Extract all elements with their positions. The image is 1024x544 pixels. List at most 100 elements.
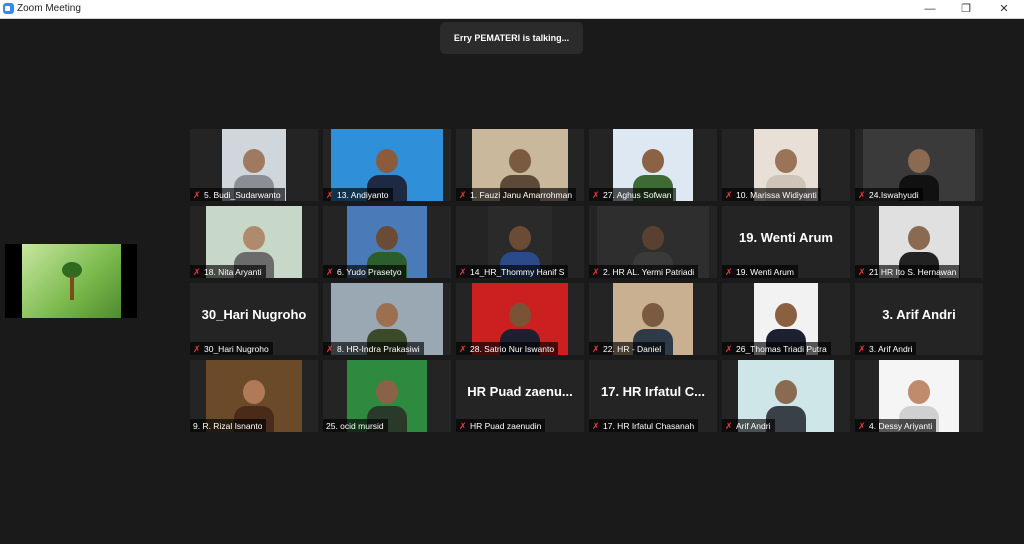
participant-label: ✗ 14_HR_Thommy Hanif S (456, 265, 569, 278)
participant-name: 10. Marissa Widiyanti (736, 189, 817, 200)
participant-label: ✗ 1. Fauzi Janu Amarrohman (456, 188, 577, 201)
participant-name: 5. Budi_Sudarwanto (204, 189, 281, 200)
participant-label: ✗ Arif Andri (722, 419, 775, 432)
mic-muted-icon: ✗ (725, 343, 733, 354)
participant-tile[interactable]: 3. Arif Andri ✗ 3. Arif Andri (855, 283, 983, 355)
participant-name: 3. Arif Andri (869, 343, 913, 354)
mic-muted-icon: ✗ (459, 420, 467, 431)
participant-tile[interactable]: ✗ 6. Yudo Prasetyo (323, 206, 451, 278)
participant-label: ✗ 22. HR - Daniel (589, 342, 666, 355)
participant-name: 4. Dessy Ariyanti (869, 420, 933, 431)
participant-label: ✗ 10. Marissa Widiyanti (722, 188, 821, 201)
participant-label: ✗ HR Puad zaenudin (456, 419, 546, 432)
mic-muted-icon: ✗ (459, 189, 467, 200)
mic-muted-icon: ✗ (459, 343, 467, 354)
participant-label: ✗ 13. Andiyanto (323, 188, 393, 201)
participant-label: ✗ 27. Aghus Sofwan (589, 188, 676, 201)
mic-muted-icon: ✗ (459, 266, 467, 277)
participant-name: 25. ocid mursid (326, 420, 384, 431)
mic-muted-icon: ✗ (193, 266, 201, 277)
participant-tile[interactable]: ✗ 18. Nita Aryanti (190, 206, 318, 278)
mic-muted-icon: ✗ (592, 266, 600, 277)
participant-label: ✗ 3. Arif Andri (855, 342, 917, 355)
participant-tile[interactable]: ✗ 26_Thomas Triadi Putra (722, 283, 850, 355)
participant-tile[interactable]: 17. HR Irfatul C... ✗ 17. HR Irfatul Chasa… (589, 360, 717, 432)
participant-tile[interactable]: ✗ 8. HR-Indra Prakasiwi (323, 283, 451, 355)
participant-tile[interactable]: ✗ 13. Andiyanto (323, 129, 451, 201)
mic-muted-icon: ✗ (592, 420, 600, 431)
participant-tile[interactable]: 30_Hari Nugroho ✗ 30_Hari Nugroho (190, 283, 318, 355)
close-button[interactable]: ✕ (984, 0, 1024, 18)
participant-name: 9. R. Rizal Isnanto (193, 420, 263, 431)
participant-tile[interactable]: HR Puad zaenu... ✗ HR Puad zaenudin (456, 360, 584, 432)
participant-tile[interactable]: ✗ 2. HR AL. Yermi Patriadi (589, 206, 717, 278)
mic-muted-icon: ✗ (725, 266, 733, 277)
participant-name: 21 HR Ito S. Hernawan (869, 266, 957, 277)
participant-name: 18. Nita Aryanti (204, 266, 262, 277)
participant-tile[interactable]: ✗ 14_HR_Thommy Hanif S (456, 206, 584, 278)
participant-tile[interactable]: 25. ocid mursid (323, 360, 451, 432)
participant-tile[interactable]: ✗ 4. Dessy Ariyanti (855, 360, 983, 432)
mic-muted-icon: ✗ (193, 343, 201, 354)
participant-label: ✗ 5. Budi_Sudarwanto (190, 188, 285, 201)
mic-muted-icon: ✗ (193, 189, 201, 200)
participant-label: ✗ 6. Yudo Prasetyo (323, 265, 406, 278)
participant-label: ✗ 4. Dessy Ariyanti (855, 419, 937, 432)
window-title: Zoom Meeting (17, 3, 81, 14)
participant-label: ✗ 24.Iswahyudi (855, 188, 923, 201)
active-speaker-indicator: Erry PEMATERI is talking... (440, 22, 583, 54)
participant-name-display: 19. Wenti Arum (739, 230, 833, 245)
participant-tile[interactable]: 9. R. Rizal Isnanto (190, 360, 318, 432)
mic-muted-icon: ✗ (858, 343, 866, 354)
participant-name-display: 3. Arif Andri (882, 307, 956, 322)
mic-muted-icon: ✗ (592, 343, 600, 354)
participant-tile[interactable]: ✗ 27. Aghus Sofwan (589, 129, 717, 201)
participant-name: 26_Thomas Triadi Putra (736, 343, 827, 354)
participant-name: 17. HR Irfatul Chasanah (603, 420, 695, 431)
participant-label: 25. ocid mursid (323, 419, 388, 432)
mic-muted-icon: ✗ (725, 189, 733, 200)
shared-screen-thumbnail[interactable] (5, 244, 137, 318)
participant-label: ✗ 19. Wenti Arum (722, 265, 798, 278)
participant-name: 22. HR - Daniel (603, 343, 662, 354)
participant-name: 27. Aghus Sofwan (603, 189, 672, 200)
mic-muted-icon: ✗ (326, 266, 334, 277)
participant-name: Arif Andri (736, 420, 771, 431)
participant-label: ✗ 2. HR AL. Yermi Patriadi (589, 265, 699, 278)
participant-tile[interactable]: ✗ 22. HR - Daniel (589, 283, 717, 355)
participant-tile[interactable]: 19. Wenti Arum ✗ 19. Wenti Arum (722, 206, 850, 278)
participant-name: 14_HR_Thommy Hanif S (470, 266, 565, 277)
participant-name: 6. Yudo Prasetyo (337, 266, 402, 277)
participant-label: 9. R. Rizal Isnanto (190, 419, 267, 432)
mic-muted-icon: ✗ (725, 420, 733, 431)
participant-name: 8. HR-Indra Prakasiwi (337, 343, 420, 354)
participant-name-display: 17. HR Irfatul C... (600, 384, 706, 399)
participant-name: 30_Hari Nugroho (204, 343, 269, 354)
participant-name: 28. Satrio Nur Iswanto (470, 343, 555, 354)
mic-muted-icon: ✗ (592, 189, 600, 200)
participant-label: ✗ 26_Thomas Triadi Putra (722, 342, 831, 355)
participant-name-display: HR Puad zaenu... (467, 384, 573, 399)
mic-muted-icon: ✗ (858, 266, 866, 277)
mic-muted-icon: ✗ (858, 420, 866, 431)
participant-tile[interactable]: ✗ 5. Budi_Sudarwanto (190, 129, 318, 201)
participant-name-display: 30_Hari Nugroho (201, 307, 307, 322)
participant-tile[interactable]: ✗ 24.Iswahyudi (855, 129, 983, 201)
participant-tile[interactable]: ✗ 10. Marissa Widiyanti (722, 129, 850, 201)
mic-muted-icon: ✗ (326, 343, 334, 354)
participant-tile[interactable]: ✗ 1. Fauzi Janu Amarrohman (456, 129, 584, 201)
participant-name: 19. Wenti Arum (736, 266, 794, 277)
participant-name: 1. Fauzi Janu Amarrohman (470, 189, 573, 200)
participant-label: ✗ 18. Nita Aryanti (190, 265, 266, 278)
participant-name: 2. HR AL. Yermi Patriadi (603, 266, 695, 277)
participant-tile[interactable]: ✗ 28. Satrio Nur Iswanto (456, 283, 584, 355)
mic-muted-icon: ✗ (326, 189, 334, 200)
participant-label: ✗ 17. HR Irfatul Chasanah (589, 419, 699, 432)
participant-tile[interactable]: ✗ Arif Andri (722, 360, 850, 432)
participant-tile[interactable]: ✗ 21 HR Ito S. Hernawan (855, 206, 983, 278)
participant-label: ✗ 21 HR Ito S. Hernawan (855, 265, 961, 278)
minimize-button[interactable]: — (910, 0, 950, 18)
restore-button[interactable]: ❐ (946, 0, 986, 18)
shared-screen-image (22, 244, 121, 318)
mic-muted-icon: ✗ (858, 189, 866, 200)
